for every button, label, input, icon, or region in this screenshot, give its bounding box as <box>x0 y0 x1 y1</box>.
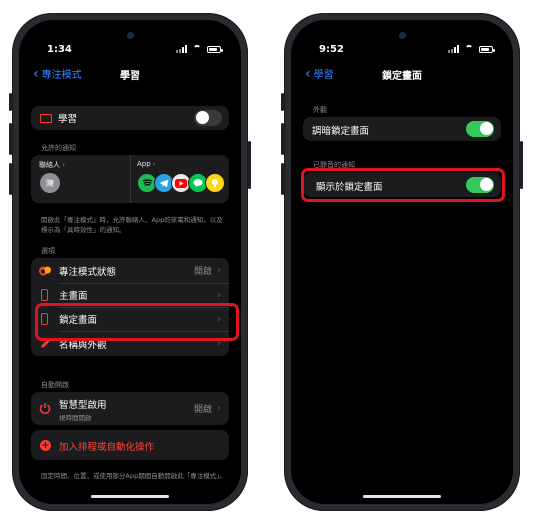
focus-label: 學習 <box>58 114 78 125</box>
avatar: 陳 <box>40 173 60 193</box>
smart-value: 開啟 <box>193 405 212 415</box>
dim-lock-screen-toggle[interactable] <box>466 120 494 137</box>
back-label: 學習 <box>313 70 334 81</box>
left-phone: 1:34 ‹ 專注模式 學習 學習 允許的通知 聯絡人 › 陳 App › 開啟… <box>9 13 251 511</box>
smart-activation-row[interactable]: 智慧型啟用 視時間開啟 開啟 › <box>31 392 229 425</box>
chevron-right-icon: › <box>217 403 221 414</box>
smart-label: 智慧型啟用 <box>59 400 107 411</box>
dim-lock-screen-label: 調暗鎖定畫面 <box>312 126 370 137</box>
focus-toggle-row: 學習 <box>31 106 229 130</box>
lock-screen-highlight <box>35 303 239 341</box>
back-label: 專注模式 <box>41 70 82 81</box>
add-schedule-row[interactable]: + 加入排程或自動化操作 <box>31 430 229 460</box>
status-bar: 1:34 <box>19 44 241 58</box>
dim-lock-screen-row: 調暗鎖定畫面 <box>303 117 501 141</box>
option-label: 主畫面 <box>59 291 88 302</box>
chevron-right-icon: › <box>150 160 156 168</box>
option-row-focus-status[interactable]: 專注模式狀態 開啟 › <box>31 258 229 283</box>
add-circle-icon: + <box>40 440 51 451</box>
right-screen: 9:52 ‹ 學習 鎖定畫面 外觀 調暗鎖定畫面 已靜音的通知 顯示於鎖定畫面 <box>291 20 513 504</box>
people-cell[interactable]: 聯絡人 › 陳 <box>31 155 130 203</box>
focus-toggle[interactable] <box>194 109 222 126</box>
volume-up-button <box>281 123 284 155</box>
auto-section-header: 自動開啟 <box>41 381 69 389</box>
right-phone: 9:52 ‹ 學習 鎖定畫面 外觀 調暗鎖定畫面 已靜音的通知 顯示於鎖定畫面 <box>281 13 523 511</box>
side-button <box>520 141 523 189</box>
left-screen: 1:34 ‹ 專注模式 學習 學習 允許的通知 聯絡人 › 陳 App › 開啟… <box>19 20 241 504</box>
chevron-right-icon: › <box>60 161 66 169</box>
status-bar: 9:52 <box>291 44 513 58</box>
back-button[interactable]: ‹ 學習 <box>305 65 334 82</box>
google-keep-icon <box>205 173 225 193</box>
battery-icon <box>479 45 495 53</box>
power-icon <box>39 402 51 414</box>
volume-up-button <box>9 123 12 155</box>
chevron-left-icon: ‹ <box>33 65 39 82</box>
status-time: 1:34 <box>47 44 72 55</box>
avatar-letter: 陳 <box>46 178 54 188</box>
front-camera <box>127 32 134 39</box>
cellular-signal-icon <box>176 45 188 53</box>
volume-down-button <box>9 163 12 195</box>
smart-sublabel: 視時間開啟 <box>59 414 92 422</box>
people-label: 聯絡人 <box>39 161 60 169</box>
chevron-left-icon: ‹ <box>305 65 311 82</box>
home-indicator[interactable] <box>363 495 441 498</box>
chevron-right-icon: › <box>217 265 221 276</box>
apps-cell[interactable]: App › <box>131 155 229 203</box>
navigation-bar: ‹ 專注模式 學習 <box>19 66 241 84</box>
option-value: 開啟 <box>193 267 212 277</box>
app-icons <box>137 173 225 193</box>
navigation-bar: ‹ 學習 鎖定畫面 <box>291 66 513 84</box>
show-on-lock-screen-highlight <box>301 168 505 202</box>
option-label: 專注模式狀態 <box>59 266 117 278</box>
allowed-section-header: 允許的通知 <box>41 144 76 152</box>
home-screen-icon <box>41 289 48 301</box>
mute-switch <box>281 93 284 111</box>
wifi-icon <box>192 45 203 53</box>
allowed-notifications-card: 聯絡人 › 陳 App › <box>31 155 229 203</box>
side-button <box>248 141 251 189</box>
front-camera <box>399 32 406 39</box>
back-button[interactable]: ‹ 專注模式 <box>33 65 82 82</box>
battery-icon <box>207 45 223 53</box>
cellular-signal-icon <box>448 45 460 53</box>
allowed-note: 開啟此「專注模式」時，允許聯絡人、App的來電和通知，以及標示為「具時效性」的通… <box>41 216 223 234</box>
bottom-note: 固定時間、位置，或使用部分App期間自動開啟此「專注模式」。 <box>41 472 226 480</box>
mute-switch <box>9 93 12 111</box>
add-schedule-label: 加入排程或自動化操作 <box>59 442 155 453</box>
status-time: 9:52 <box>319 44 344 55</box>
home-indicator[interactable] <box>91 495 169 498</box>
focus-status-icon <box>38 264 52 278</box>
volume-down-button <box>281 163 284 195</box>
options-section-header: 選項 <box>41 247 55 255</box>
apps-label: App <box>137 160 151 168</box>
appearance-section-header: 外觀 <box>313 106 327 114</box>
chevron-right-icon: › <box>217 289 221 301</box>
monitor-icon <box>40 113 52 123</box>
wifi-icon <box>464 45 475 53</box>
